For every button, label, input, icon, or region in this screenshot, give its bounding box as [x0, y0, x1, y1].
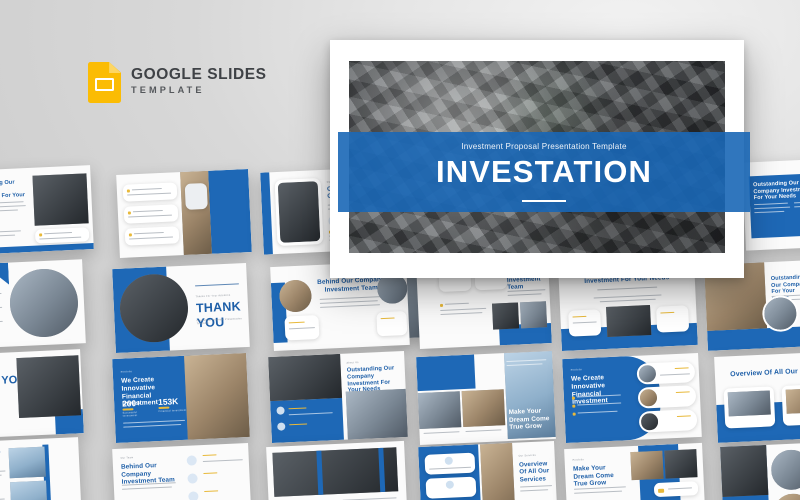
google-slides-logo-icon [88, 62, 121, 103]
brand-line-2: TEMPLATE [131, 84, 205, 95]
slide-kicker: Portfolio [570, 368, 583, 372]
slide-title: Outstanding Our Company Investment For Y… [752, 180, 800, 202]
slide-kicker: Our Services [518, 453, 537, 458]
avatar [639, 388, 658, 407]
avatar [638, 364, 657, 383]
slide-title: Overview Of All Our Services [730, 367, 800, 379]
slide-title: We Create Innovative Financial Investmen… [570, 374, 609, 407]
feature-icon [187, 473, 198, 484]
hero-divider [522, 199, 566, 203]
thumbnail-slide[interactable]: Make Your Dream Come True Grow [416, 350, 556, 446]
slide-title: Behind Our Company Investment Team [317, 275, 385, 294]
brand-text: GOOGLE SLIDES TEMPLATE [131, 66, 267, 98]
slide-kicker: Portfolio [572, 458, 585, 462]
thumbnail-slide[interactable]: Our Services Overview Of All Our Service… [418, 440, 558, 500]
thumbnail-slide[interactable]: Portfolio We Create Innovative Financial… [562, 352, 702, 444]
team-photo [118, 272, 190, 344]
avatar [640, 412, 659, 431]
portrait-photo [8, 267, 80, 339]
slide-title: Make Your Dream Come True Grow [508, 407, 550, 432]
thumbnail-slide[interactable]: Turnover Investasion [0, 259, 86, 349]
slide-title: Turnover Investasion [0, 275, 5, 290]
slide-title: Outstanding Our Company Investment For Y… [0, 179, 26, 201]
thumbnail-slide[interactable]: Portfolio We Create Innovative Financial… [112, 353, 250, 443]
thumbnail-slide[interactable]: Thanks For Your Attention THANK YOU Inve… [112, 263, 250, 353]
portrait-photo [761, 294, 800, 333]
thumbnail-slide[interactable]: Our Team Behind Our Company Investment T… [112, 442, 252, 500]
thumbnail-slide[interactable]: Contact Us Get In Touch With [266, 440, 408, 500]
thumbnail-slide[interactable]: Outstanding Our Company Investment For Y… [116, 169, 252, 258]
feature-icon [186, 455, 197, 466]
brand-lockup: GOOGLE SLIDES TEMPLATE [88, 62, 266, 103]
hero-title: INVESTATION [436, 153, 652, 189]
slide-stat-primary: 200+ [121, 397, 142, 409]
thumbnail-slide[interactable]: THANK YOU [0, 349, 84, 439]
slide-title: THANK YOU [195, 299, 242, 331]
avatar [278, 279, 313, 313]
slide-stat-secondary: 153K [157, 396, 179, 408]
slide-stat-primary-label: Successful Investment [122, 411, 138, 418]
slide-kicker: Portfolio [120, 370, 133, 374]
thumbnail-slide[interactable]: Outstanding Our Company Investment For Y… [0, 165, 94, 255]
slide-kicker: Our Team [120, 456, 134, 460]
thumbnail-slide[interactable]: Portfolio We Create Innovative Financial… [720, 441, 800, 500]
portrait-photo [770, 448, 800, 491]
hero-title-band: Investment Proposal Presentation Templat… [338, 132, 750, 212]
slide-title: Overview Of All Our Services [518, 460, 550, 484]
thumbnail-slide[interactable]: Portfolio Make Your Dream Come True Grow [564, 442, 706, 500]
portrait-photo [772, 492, 800, 500]
thumbnail-slide[interactable]: Our Services Overview Of All Our Service… [714, 351, 800, 443]
brand-line-1: GOOGLE SLIDES [131, 66, 267, 84]
slide-kicker: About Us [346, 361, 359, 365]
feature-icon [188, 491, 199, 500]
slide-kicker: Thanks For Your Attention [195, 293, 231, 299]
hero-kicker: Investment Proposal Presentation Templat… [461, 141, 627, 151]
thumbnail-slide[interactable]: Outstanding Our Company Investment For Y… [0, 437, 82, 500]
thumbnail-slide[interactable]: Outstanding Our Company Investment For Y… [742, 157, 800, 251]
slide-title: Make Your Dream Come True Grow [572, 464, 614, 488]
hero-slide[interactable]: Investment Proposal Presentation Templat… [330, 40, 750, 278]
preview-canvas: Outstanding Our Company Investment For Y… [0, 0, 800, 500]
thumbnail-slide[interactable]: About Us Outstanding Our Company Investm… [268, 350, 408, 444]
